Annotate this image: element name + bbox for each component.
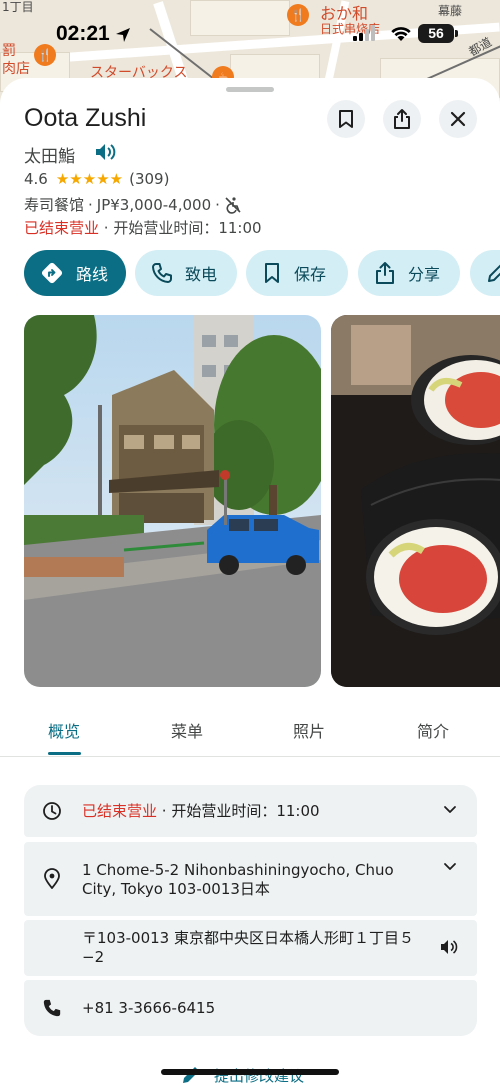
chevron-down-icon[interactable] [443,805,457,815]
clock-icon [43,802,61,820]
home-indicator[interactable] [161,1069,339,1075]
separator: · [88,195,93,214]
hours-text: 已结束营业 · 开始营业时间：11:00 [82,802,320,821]
no-wheelchair-icon [225,196,241,214]
native-address-line-1: 〒103-0013 東京都中央区日本橋人形町１丁目５ [82,929,414,947]
save-label: 保存 [294,265,327,284]
directions-button[interactable]: 路线 [24,250,126,296]
tab-photos[interactable]: 照片 [293,718,325,742]
share-label: 分享 [408,265,441,284]
closed-status: 已结束营业 [24,219,100,237]
review-count: (309) [129,170,170,188]
location-arrow-icon [116,28,130,42]
tab-divider [0,756,500,757]
save-chip-button[interactable]: 保存 [246,250,348,296]
drag-handle[interactable] [226,87,274,92]
address-line-1: 1 Chome-5-2 Nihonbashiningyocho, Chuo [82,861,394,879]
price-range: JP¥3,000-4,000 [96,195,212,214]
hours-open: · 开始营业时间：11:00 [161,802,320,820]
food-photo[interactable] [331,315,500,687]
phone-number: +81 3-3666-6415 [82,999,216,1017]
directions-label: 路线 [76,265,109,284]
address-row[interactable]: 1 Chome-5-2 Nihonbashiningyocho, Chuo Ci… [24,842,477,916]
address-line-2: City, Tokyo 103-0013日本 [82,880,270,898]
share-chip-button[interactable]: 分享 [358,250,460,296]
bookmark-icon [339,110,353,128]
phone-icon [152,263,172,283]
active-tab-indicator [48,752,81,755]
rating-row[interactable]: 4.6 ★★★★★ (309) [24,170,169,188]
address-text: 1 Chome-5-2 Nihonbashiningyocho, Chuo Ci… [82,861,394,899]
street-view-photo[interactable] [24,315,321,687]
hours-summary: 已结束营业 · 开始营业时间：11:00 [24,217,262,238]
category: 寿司餐馆 [24,196,85,214]
native-address-row[interactable]: 〒103-0013 東京都中央区日本橋人形町１丁目５ −2 [24,920,477,976]
edit-chip-button[interactable] [470,250,500,296]
opening-time: · 开始营业时间：11:00 [103,219,262,237]
battery-tip [455,30,458,37]
close-icon [450,111,466,127]
phone-icon [43,999,61,1017]
speaker-icon[interactable] [93,141,117,163]
signal-icon [353,25,375,41]
directions-icon [41,262,63,284]
star-rating-icon: ★★★★★ [55,170,124,188]
share-icon [394,109,410,129]
place-title: Oota Zushi [24,104,147,132]
category-price-row: 寿司餐馆 · JP¥3,000-4,000 · [24,194,242,215]
pencil-icon [488,264,500,282]
share-icon [376,262,394,284]
hours-closed: 已结束营业 [82,802,158,820]
place-sheet: Oota Zushi 太田鮨 4.6 ★★★★★ (309) 寿司餐馆 · JP… [0,78,500,1084]
clock: 02:21 [56,22,110,45]
place-pin-icon [44,868,60,889]
tab-overview[interactable]: 概览 [48,718,80,742]
native-name: 太田鮨 [24,147,75,167]
native-address-text: 〒103-0013 東京都中央区日本橋人形町１丁目５ −2 [82,929,414,967]
close-button[interactable] [439,100,477,138]
call-button[interactable]: 致电 [135,250,237,296]
hours-row[interactable]: 已结束营业 · 开始营业时间：11:00 [24,785,477,837]
wifi-icon [391,27,411,41]
separator: · [215,195,220,214]
native-address-line-2: −2 [82,948,105,966]
call-label: 致电 [185,265,218,284]
status-bar: 02:21 56 [0,0,500,68]
phone-row[interactable]: +81 3-3666-6415 [24,980,477,1036]
tab-menu[interactable]: 菜单 [171,718,203,742]
save-button[interactable] [327,100,365,138]
rating-value: 4.6 [24,170,48,188]
bookmark-icon [265,263,279,283]
speaker-icon[interactable] [439,938,459,956]
battery-indicator: 56 [418,24,454,43]
share-button[interactable] [383,100,421,138]
chevron-down-icon[interactable] [443,862,457,872]
tab-about[interactable]: 简介 [417,718,449,742]
